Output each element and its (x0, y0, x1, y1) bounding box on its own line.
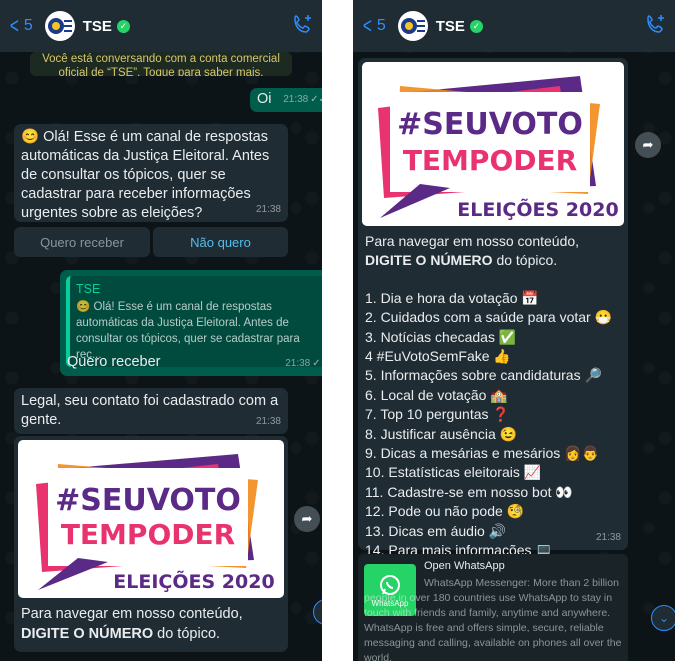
add-call-icon[interactable] (292, 13, 314, 40)
caption-text: Para navegar em nosso conteúdo, (21, 606, 243, 622)
caption-text: do tópico. (492, 252, 558, 269)
topic-item: 3. Notícias checadas ✅ (365, 328, 517, 345)
incoming-image-message[interactable]: #SEUVOTO TEMPODER ELEIÇÕES 2020 Para nav… (14, 436, 288, 652)
contact-name[interactable]: TSE (83, 18, 112, 35)
message-text: Oi (257, 91, 272, 107)
link-title: Open WhatsApp (424, 560, 505, 572)
unread-count: 5 (23, 17, 33, 34)
verified-badge-icon: ✓ (116, 19, 130, 33)
add-call-icon[interactable] (645, 13, 667, 40)
incoming-message[interactable]: Legal, seu contato foi cadastrado com a … (14, 388, 288, 434)
message-time: 21:38 (595, 532, 621, 543)
poster-line2: TEMPODER (403, 144, 577, 177)
topic-item: 6. Local de votação 🏫 (365, 386, 508, 403)
outgoing-reply-message[interactable]: TSE 😊 Olá! Esse é um canal de respostas … (60, 270, 322, 376)
topic-item: 5. Informações sobre candidaturas 🔎 (365, 367, 602, 384)
topic-item: 8. Justificar ausência 😉 (365, 425, 518, 442)
back-button[interactable]: < 5 (361, 15, 386, 37)
poster-line1: #SEUVOTO (397, 107, 583, 142)
poster-line3: ELEIÇÕES 2020 (113, 569, 274, 593)
forward-icon[interactable]: ➦ (294, 506, 320, 532)
quoted-sender: TSE (76, 282, 101, 296)
topic-item: 12. Pode ou não pode 🧐 (365, 503, 525, 520)
caption-text: Para navegar em nosso conteúdo, (365, 233, 580, 249)
forward-icon[interactable]: ➦ (635, 132, 661, 158)
quick-reply-accept[interactable]: Quero receber (14, 227, 150, 257)
message-time: 21:38 (285, 358, 311, 369)
message-text: Legal, seu contato foi cadastrado com a … (21, 393, 279, 428)
topic-item: 11. Cadastre-se em nosso bot 👀 (365, 483, 573, 500)
back-button[interactable]: < 5 (8, 15, 33, 37)
right-screenshot: < 5 TSE ✓ #SEUVOTO TEMPODER ELEIÇÕES 202… (353, 0, 675, 661)
message-text: Quero receber (67, 354, 161, 370)
link-description: WhatsApp Messenger: More than 2 billion … (364, 577, 622, 661)
message-time: 21:38 (255, 416, 281, 427)
incoming-image-message[interactable]: #SEUVOTO TEMPODER ELEIÇÕES 2020 Para nav… (358, 58, 628, 558)
quick-reply-row: Quero receber Não quero (14, 227, 288, 257)
chat-header: < 5 TSE ✓ (0, 0, 322, 52)
topic-item: 9. Dicas a mesárias e mesários 👩👨 (365, 445, 600, 462)
link-preview-card[interactable]: WhatsApp Open WhatsApp WhatsApp Messenge… (358, 554, 628, 661)
incoming-message[interactable]: 😊 Olá! Esse é um canal de respostas auto… (14, 124, 288, 222)
caption-bold: DIGITE O NÚMERO (21, 626, 154, 642)
read-ticks-icon: ✓✓ (312, 358, 322, 369)
message-time: 21:38 (283, 94, 309, 105)
scroll-down-icon[interactable]: ⌄ (651, 605, 675, 631)
topic-item: 7. Top 10 perguntas ❓ (365, 406, 510, 423)
scroll-down-icon[interactable]: ⌄ (313, 599, 322, 625)
poster-caption: Para navegar em nosso conteúdo, DIGITE O… (21, 604, 243, 644)
message-time: 21:38 (255, 204, 281, 215)
campaign-poster-image[interactable]: #SEUVOTO TEMPODER ELEIÇÕES 2020 (18, 440, 284, 598)
topic-item: 1. Dia e hora da votação 📅 (365, 289, 539, 306)
topic-item: 13. Dicas em áudio 🔊 (365, 522, 507, 539)
topic-item: 4 #EuVotoSemFake 👍 (365, 348, 511, 365)
caption-bold: DIGITE O NÚMERO (365, 252, 493, 269)
outgoing-message[interactable]: Oi 21:38✓✓ (250, 88, 322, 112)
left-screenshot: < 5 TSE ✓ Você está conversando com a co… (0, 0, 322, 661)
topic-item: 10. Estatísticas eleitorais 📈 (365, 464, 542, 481)
poster-line1: #SEUVOTO (55, 483, 241, 518)
chat-header: < 5 TSE ✓ (353, 0, 675, 52)
avatar[interactable] (44, 11, 75, 41)
campaign-poster-image[interactable]: #SEUVOTO TEMPODER ELEIÇÕES 2020 (362, 62, 624, 226)
poster-line3: ELEIÇÕES 2020 (457, 197, 618, 221)
message-text: 😊 Olá! Esse é um canal de respostas auto… (21, 129, 270, 221)
quick-reply-decline[interactable]: Não quero (153, 227, 288, 257)
topic-item: 2. Cuidados com a saúde para votar 😷 (365, 309, 613, 326)
message-list[interactable]: #SEUVOTO TEMPODER ELEIÇÕES 2020 Para nav… (353, 52, 675, 661)
chevron-left-icon: < (362, 13, 372, 38)
caption-text: do tópico. (153, 626, 221, 642)
business-account-note[interactable]: Você está conversando com a conta comerc… (30, 52, 292, 76)
chevron-left-icon: < (9, 13, 19, 38)
topics-caption: Para navegar em nosso conteúdo, DIGITE O… (365, 232, 612, 561)
unread-count: 5 (376, 17, 386, 34)
avatar[interactable] (397, 11, 428, 41)
verified-badge-icon: ✓ (469, 19, 483, 33)
read-ticks-icon: ✓✓ (310, 94, 322, 105)
contact-name[interactable]: TSE (436, 18, 465, 35)
poster-line2: TEMPODER (61, 518, 235, 551)
message-list[interactable]: Você está conversando com a conta comerc… (0, 52, 322, 661)
